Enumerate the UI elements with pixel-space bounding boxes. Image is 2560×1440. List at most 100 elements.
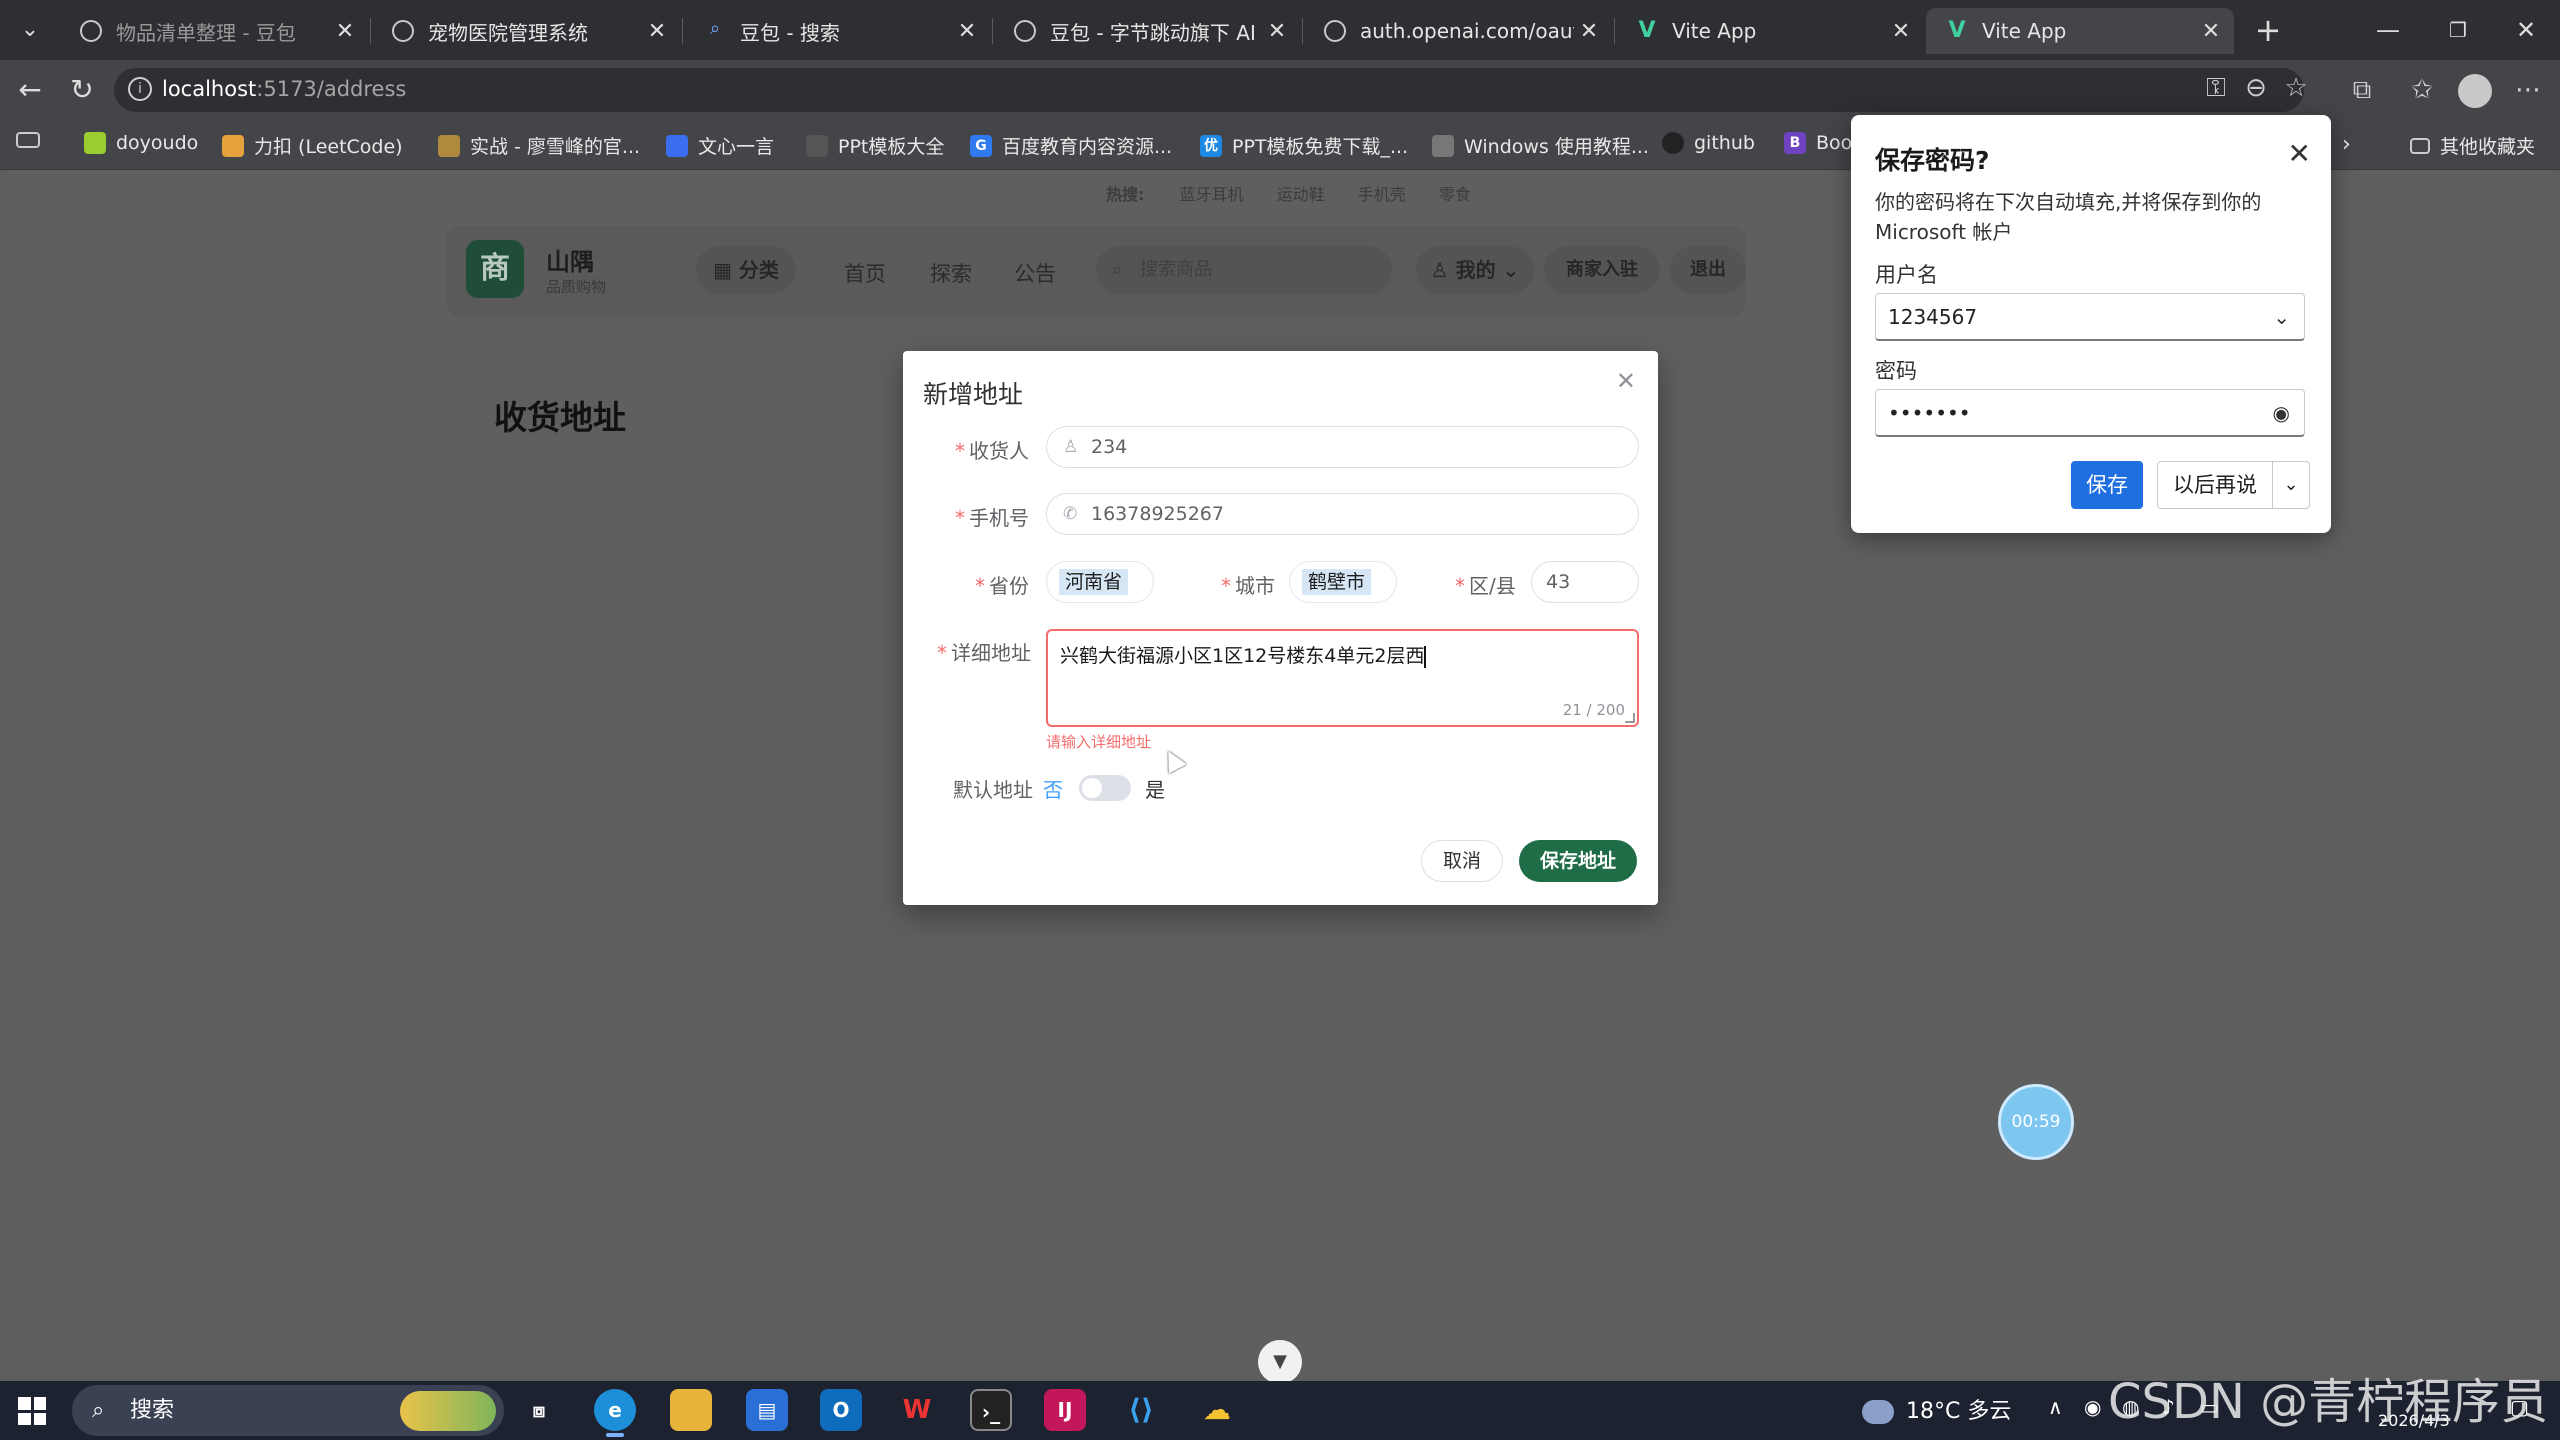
bookmarks-overflow-chevron-icon[interactable]: › (2342, 132, 2351, 157)
outlook-icon[interactable]: O (820, 1389, 862, 1431)
favorite-star-icon[interactable]: ☆ (2276, 70, 2316, 106)
browser-tab[interactable]: 物品清单整理 - 豆包 ✕ (60, 8, 368, 54)
bookmark-item[interactable]: doyoudo (84, 132, 198, 154)
hot-word[interactable]: 零食 (1439, 185, 1471, 204)
product-search-input[interactable]: ⌕ 搜索商品 (1096, 246, 1392, 294)
baidu-netdisk-icon[interactable]: ☁ (1196, 1389, 1238, 1431)
city-select[interactable]: 鹤壁市 (1289, 561, 1397, 603)
save-password-button[interactable]: 保存 (2071, 461, 2143, 509)
tab-close-icon[interactable]: ✕ (1886, 19, 1916, 44)
nav-announcement[interactable]: 公告 (1014, 258, 1056, 288)
default-address-switch[interactable] (1079, 775, 1131, 801)
tab-close-icon[interactable]: ✕ (952, 19, 982, 44)
browser-tab[interactable]: auth.openai.com/oauth/auth ✕ (1304, 8, 1612, 54)
province-select[interactable]: 河南省 (1046, 561, 1154, 603)
username-field[interactable]: 1234567 ⌄ (1875, 293, 2305, 341)
extensions-icon[interactable]: ⧉ (2342, 72, 2382, 108)
not-now-button[interactable]: 以后再说 (2157, 461, 2273, 509)
logo-icon[interactable]: 商 (466, 240, 524, 298)
default-off-label[interactable]: 否 (1043, 774, 1063, 803)
close-icon[interactable]: ✕ (2288, 137, 2311, 170)
refresh-icon[interactable]: ↻ (64, 72, 100, 108)
category-button[interactable]: ▦ 分类 (696, 246, 796, 294)
browser-tab[interactable]: 宠物医院管理系统 ✕ (372, 8, 680, 54)
hot-word[interactable]: 蓝牙耳机 (1180, 185, 1244, 204)
detail-address-textarea[interactable]: 兴鹤大街福源小区1区12号楼东4单元2层西 21 / 200 (1046, 629, 1639, 727)
resize-handle[interactable] (1625, 713, 1635, 723)
bookmark-item[interactable]: B Boot (1784, 132, 1860, 154)
file-explorer-icon[interactable] (670, 1389, 712, 1431)
browser-tab[interactable]: V Vite App ✕ (1616, 8, 1924, 54)
site-name[interactable]: 山隅 (546, 242, 594, 277)
intellij-icon[interactable]: IJ (1044, 1389, 1086, 1431)
profile-avatar[interactable] (2458, 74, 2492, 108)
bookmark-item[interactable]: 优 PPT模板免费下载_... (1200, 132, 1408, 159)
browser-tab-active[interactable]: V Vite App ✕ (1926, 8, 2234, 54)
phone-input[interactable]: ✆ 16378925267 (1046, 493, 1639, 535)
password-key-icon[interactable]: ⚿ (2196, 70, 2236, 106)
hot-label: 热搜: (1106, 185, 1145, 204)
more-menu-icon[interactable]: ⋯ (2508, 72, 2548, 108)
tab-close-icon[interactable]: ✕ (1262, 19, 1292, 44)
bookmark-item[interactable]: 文心一言 (666, 132, 774, 159)
receiver-input[interactable]: ♙ 234 (1046, 426, 1639, 468)
password-field[interactable]: ••••••• ◉ (1875, 389, 2305, 437)
taskbar-search[interactable]: ⌕ 搜索 (72, 1385, 504, 1436)
record-icon[interactable]: ◉ (2084, 1395, 2101, 1419)
nav-explore[interactable]: 探索 (930, 258, 972, 288)
browser-tab[interactable]: 豆包 - 字节跳动旗下 AI 智能 ✕ (994, 8, 1300, 54)
chevron-down-icon[interactable]: ⌄ (2273, 294, 2290, 340)
weather-widget[interactable]: 18°C 多云 (1862, 1393, 2011, 1425)
windows-start-icon[interactable] (18, 1397, 46, 1425)
bookmark-item[interactable]: github (1662, 132, 1755, 154)
vscode-icon[interactable]: ⟨⟩ (1120, 1389, 1162, 1431)
bookmark-item[interactable]: PPt模板大全 (806, 132, 944, 159)
other-bookmarks[interactable]: 其他收藏夹 (2410, 132, 2535, 159)
youpin-icon: 优 (1200, 134, 1222, 157)
browser-tab[interactable]: ⌕ 豆包 - 搜索 ✕ (684, 8, 990, 54)
popup-description: 你的密码将在下次自动填充,并将保存到你的 Microsoft 帐户 (1875, 190, 2262, 244)
bookmark-item[interactable]: Windows 使用教程... (1432, 132, 1649, 159)
eye-icon[interactable]: ◉ (2273, 390, 2290, 436)
tab-close-icon[interactable]: ✕ (330, 19, 360, 44)
favorites-icon[interactable]: ✩ (2402, 72, 2442, 108)
hot-word[interactable]: 运动鞋 (1277, 185, 1325, 204)
terminal-icon[interactable]: ›_ (970, 1389, 1012, 1431)
cancel-button[interactable]: 取消 (1421, 840, 1503, 882)
nav-home[interactable]: 首页 (844, 258, 886, 288)
default-on-label[interactable]: 是 (1145, 774, 1165, 803)
search-icon: ⌕ (709, 18, 721, 39)
floating-timer[interactable]: 00:59 (1998, 1084, 2074, 1160)
bookmark-item[interactable]: 实战 - 廖雪峰的官... (438, 132, 640, 159)
store-icon[interactable]: ▤ (746, 1389, 788, 1431)
edge-browser-icon[interactable]: e (594, 1389, 636, 1437)
district-input[interactable]: 43 (1531, 561, 1639, 603)
reading-list-icon[interactable] (16, 132, 50, 148)
minimize-icon[interactable]: — (2358, 10, 2418, 50)
tray-overflow-chevron-icon[interactable]: ∧ (2048, 1395, 2063, 1419)
merchant-join-button[interactable]: 商家入驻 (1544, 246, 1660, 294)
chevron-down-icon[interactable]: ⌄ (2272, 461, 2310, 509)
new-tab-plus-icon[interactable]: + (2248, 12, 2288, 48)
address-bar[interactable]: i localhost:5173/address ⚿ ⊖ ☆ (114, 68, 2308, 112)
bookmark-item[interactable]: 力扣 (LeetCode) (222, 132, 403, 159)
site-info-icon[interactable]: i (128, 77, 152, 101)
tab-actions-chevron-icon[interactable]: ⌄ (12, 12, 48, 48)
wps-icon[interactable]: W (896, 1389, 938, 1431)
hot-word[interactable]: 手机壳 (1358, 185, 1406, 204)
save-address-button[interactable]: 保存地址 (1519, 840, 1637, 882)
logout-button[interactable]: 退出 (1670, 246, 1746, 294)
tab-close-icon[interactable]: ✕ (2196, 19, 2226, 44)
close-window-icon[interactable]: ✕ (2496, 10, 2556, 50)
url-text[interactable]: localhost:5173/address (162, 77, 406, 101)
task-view-icon[interactable]: ⧈ (518, 1389, 560, 1431)
restore-window-icon[interactable]: ❐ (2428, 10, 2488, 50)
my-account-button[interactable]: ♙ 我的 ⌄ (1416, 246, 1534, 294)
close-icon[interactable]: ✕ (1616, 367, 1636, 395)
tab-close-icon[interactable]: ✕ (642, 19, 672, 44)
tab-close-icon[interactable]: ✕ (1574, 19, 1604, 44)
zoom-icon[interactable]: ⊖ (2236, 70, 2276, 106)
bookmark-item[interactable]: G 百度教育内容资源... (970, 132, 1172, 159)
scroll-down-chevron-icon[interactable]: ▼ (1258, 1340, 1302, 1384)
back-arrow-icon[interactable]: ← (12, 72, 48, 108)
